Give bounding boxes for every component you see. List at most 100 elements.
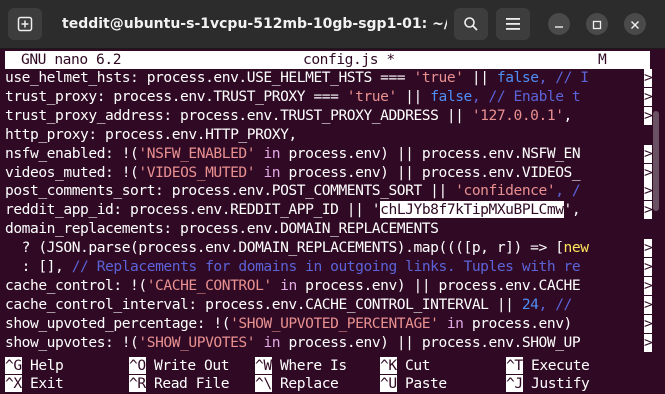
close-button[interactable] [624,13,646,35]
code-token: ', [563,201,581,219]
code-line: show_upvoted_percentage: !('SHOW_UPVOTED… [5,315,572,333]
code-token: show_upvoted_percentage: !( [5,314,231,332]
code-line: trust_proxy: process.env.TRUST_PROXY ===… [5,87,581,106]
line-truncation-marker: > [644,182,653,201]
shortcut-key: ^X [5,375,22,392]
line-truncation-marker: > [644,163,653,182]
shortcut-label: Write Out [145,357,230,374]
code-token: , // [538,295,573,313]
terminal-area[interactable]: GNU nano 6.2 config.js * M use_helmet_hs… [0,49,665,394]
code-line: domain_replacements: process.env.DOMAIN_… [5,220,439,238]
menu-button[interactable] [496,8,530,40]
shortcut-item[interactable]: ^U Paste [380,375,447,393]
code-token: , // [538,69,581,86]
shortcut-item[interactable]: ^O Write Out [129,357,230,375]
shortcut-label: Help [21,357,64,374]
shortcut-label: Paste [396,375,447,392]
code-token: in [438,314,464,332]
code-token: in [271,276,297,294]
code-token: 'SHOW_UPVOTED_PERCENTAGE' [230,314,439,332]
shortcut-label: Execute [522,357,590,374]
code-token: in [255,333,281,351]
line-truncation-marker: > [644,314,653,333]
code-token: 'true' [346,87,397,105]
code-token: 'true' [413,69,464,86]
code-token: , // Enable t [471,87,581,105]
shortcut-key: ^G [5,357,22,374]
line-truncation-marker: > [644,295,653,314]
line-truncation-marker: > [644,333,653,352]
code-token: '127.0.0.1' [471,106,564,124]
code-token: process.env) || process.env.SHOW_UP [280,333,581,351]
shortcut-key: ^\ [255,375,272,392]
scrollbar[interactable] [653,111,659,211]
shortcut-item[interactable]: ^X Exit [5,375,64,393]
shortcut-key: ^T [506,357,523,374]
shortcut-item[interactable]: ^W Where Is [255,357,347,375]
code-line: http_proxy: process.env.HTTP_PROXY, [5,126,297,144]
new-tab-icon [17,16,33,32]
code-token: domain_replacements: process.env.DOMAIN_… [5,220,439,238]
terminal-window: teddit@ubuntu-s-1vcpu-512mb-10gb-sgp1-01… [0,0,665,394]
nano-version: GNU nano 6.2 [21,51,122,68]
shortcut-item[interactable]: ^K Cut [380,357,431,375]
code-token: || [396,87,431,105]
shortcut-item[interactable]: ^J Justify [506,375,590,393]
code-token: post_comments_sort: process.env.POST_COM… [5,182,456,200]
maximize-icon [592,15,602,34]
code-token: || [463,69,497,86]
shortcut-item[interactable]: ^R Read File [129,375,230,393]
code-token: false [496,69,539,86]
code-token: cache_control: !( [5,276,147,294]
code-token: process.env) || process.env.NSFW_EN [280,144,581,162]
code-token: videos_muted: !( [5,163,139,181]
line-truncation-marker: > [644,239,653,258]
line-truncation-marker: > [644,258,653,276]
hamburger-menu-icon [506,18,520,30]
code-token: reddit_app_id: process.env.REDDIT_APP_ID… [5,201,381,219]
file-name: config.js * [303,51,395,68]
code-token: , [563,106,581,124]
shortcut-bar: ^G Help ^O Write Out ^W Where Is ^K Cut ^T E… [5,357,645,393]
shortcut-key: ^J [506,375,523,392]
search-button[interactable] [454,8,488,40]
code-token: http_proxy: process.env.HTTP_PROXY, [5,125,297,143]
title-bar: teddit@ubuntu-s-1vcpu-512mb-10gb-sgp1-01… [0,0,665,49]
code-token: 'VIDEOS_MUTED' [138,163,256,181]
nano-title-bar: GNU nano 6.2 config.js * M [5,51,650,69]
shortcut-key: ^K [380,357,397,374]
code-line: nsfw_enabled: !('NSFW_ENABLED' in proces… [5,144,581,163]
shortcut-label: Where Is [271,357,347,374]
code-line: show_upvotes: !('SHOW_UPVOTES' in proces… [5,333,581,352]
code-token: 'SHOW_UPVOTES' [138,333,256,351]
code-line: trust_proxy_address: process.env.TRUST_P… [5,107,580,125]
code-line: post_comments_sort: process.env.POST_COM… [5,182,581,200]
code-token: process.env) || process.env.CACHE [296,276,581,294]
code-token: process.env) || process.env.VIDEOS_ [280,163,581,181]
code-token: trust_proxy_address: process.env.TRUST_P… [5,106,472,124]
code-token: new [563,239,589,257]
shortcut-key: ^O [129,357,146,374]
code-token: : [], [5,258,72,275]
shortcut-item[interactable]: ^\ Replace [255,375,339,393]
new-tab-button[interactable] [8,8,42,40]
shortcut-key: ^R [129,375,146,392]
code-line: use_helmet_hsts: process.env.USE_HELMET_… [5,69,589,87]
code-line: reddit_app_id: process.env.REDDIT_APP_ID… [5,201,581,219]
code-token: use_helmet_hsts: process.env.USE_HELMET_… [5,69,414,86]
code-token: false [430,87,472,105]
code-line: cache_control: !('CACHE_CONTROL' in proc… [5,276,581,295]
code-token: nsfw_enabled: !( [5,144,139,162]
shortcut-item[interactable]: ^T Execute [506,357,590,375]
code-line: ? (JSON.parse(process.env.DOMAIN_REPLACE… [5,239,589,257]
shortcut-label: Read File [145,375,230,392]
shortcut-item[interactable]: ^G Help [5,357,64,375]
maximize-button[interactable] [586,13,608,35]
shortcut-label: Cut [396,357,431,374]
code-token: , / [555,182,581,200]
shortcut-label: Replace [271,375,339,392]
modified-indicator: M [598,51,607,68]
code-token: ? (JSON.parse(process.env.DOMAIN_REPLACE… [5,239,564,257]
window-title: teddit@ubuntu-s-1vcpu-512mb-10gb-sgp1-01… [62,16,447,32]
minimize-button[interactable] [548,13,570,35]
